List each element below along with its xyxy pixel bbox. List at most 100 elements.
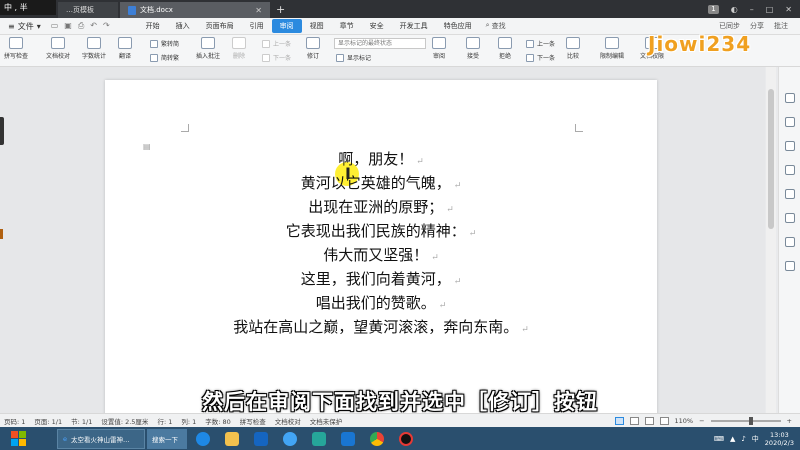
close-tab-icon[interactable]: ✕ xyxy=(255,6,262,15)
text-line: 它表现出我们民族的精神： ↵ xyxy=(105,219,657,243)
notification-badge[interactable]: 1 xyxy=(708,4,719,14)
tab-page-layout[interactable]: 页面布局 xyxy=(198,19,242,33)
taskbar-explorer[interactable] xyxy=(219,429,245,449)
spellcheck-button[interactable]: 拼写检查 xyxy=(4,37,28,60)
tab-view[interactable]: 视图 xyxy=(302,19,332,33)
undo-icon[interactable]: ↶ xyxy=(90,21,97,31)
taskbar-search[interactable]: 搜索一下 xyxy=(147,428,187,449)
compare-button[interactable]: 比较 xyxy=(566,37,580,60)
simp-to-trad-button[interactable]: 简转繁 xyxy=(150,53,179,62)
prev-change-button[interactable]: 上一条 xyxy=(526,39,555,48)
watermark-logo-text: Jiowi234 xyxy=(648,32,752,56)
doc-proof-button[interactable]: 文档校对 xyxy=(46,37,70,60)
document-page[interactable]: ▤ 啊，朋友！ ↵ 黄河以它英雄的气魄， ↵ 出现在亚洲的原野； ↵ 它表现出我们民族… xyxy=(105,80,657,413)
tab-template[interactable]: …页模板 xyxy=(58,2,118,18)
restrict-edit-label: 限制编辑 xyxy=(600,53,625,60)
zoom-slider-knob[interactable] xyxy=(748,416,753,425)
file-menu[interactable]: ≡ 文件 ▾ xyxy=(4,21,45,32)
tab-references[interactable]: 引用 xyxy=(242,19,272,33)
tab-insert[interactable]: 插入 xyxy=(168,19,198,33)
zoom-in-icon[interactable]: + xyxy=(787,417,792,425)
help-icon[interactable] xyxy=(785,261,795,271)
zoom-slider[interactable] xyxy=(710,416,781,425)
simp-to-trad-label: 简转繁 xyxy=(161,55,180,62)
prev-comment-button[interactable]: 上一条 xyxy=(262,39,291,48)
properties-icon[interactable] xyxy=(785,189,795,199)
status-spellcheck[interactable]: 拼写检查 xyxy=(240,416,266,426)
left-panel-handle[interactable] xyxy=(0,117,4,145)
tab-developer[interactable]: 开发工具 xyxy=(392,19,436,33)
tab-special[interactable]: 特色应用 xyxy=(436,19,480,33)
reject-button[interactable]: 拒绝 xyxy=(498,37,512,60)
status-word-count[interactable]: 字数: 80 xyxy=(205,416,231,426)
page-view-icon[interactable] xyxy=(614,416,624,425)
select-icon[interactable] xyxy=(785,93,795,103)
ime-toolbar[interactable]: 中 , 半 xyxy=(0,0,56,15)
show-markup-button[interactable]: 显示标记 xyxy=(336,53,371,62)
tab-review[interactable]: 审阅 xyxy=(271,19,302,33)
share-icon[interactable] xyxy=(785,237,795,247)
taskbar-cloud[interactable] xyxy=(277,429,303,449)
text-line: 这里，我们向着黄河， ↵ xyxy=(105,267,657,291)
keyboard-icon[interactable]: ⌨ xyxy=(714,435,724,443)
sync-button[interactable]: 已同步 xyxy=(719,21,740,31)
shape-icon[interactable] xyxy=(785,165,795,175)
track-changes-label: 修订 xyxy=(306,53,319,60)
review-pane-button[interactable]: 审阅 xyxy=(432,37,446,60)
taskbar-manager[interactable] xyxy=(306,429,332,449)
manager-icon xyxy=(312,431,326,446)
track-changes-button[interactable]: 修订 xyxy=(306,37,320,60)
word-count-button[interactable]: 字数统计 xyxy=(82,37,106,60)
next-comment-button[interactable]: 下一条 xyxy=(262,53,291,62)
redo-icon[interactable]: ↷ xyxy=(103,21,110,31)
vertical-scrollbar[interactable] xyxy=(766,67,776,413)
reading-view-icon[interactable] xyxy=(659,416,669,425)
volume-icon[interactable]: ♪ xyxy=(741,435,745,443)
system-clock[interactable]: 13:03 2020/2/3 xyxy=(765,431,794,447)
print-icon[interactable]: ⎙ xyxy=(78,21,84,31)
pen-icon[interactable] xyxy=(785,141,795,151)
accept-button[interactable]: 接受 xyxy=(466,37,480,60)
status-proof[interactable]: 文档校对 xyxy=(275,416,301,426)
share-button[interactable]: 分享 xyxy=(750,21,764,31)
document-text[interactable]: 啊，朋友！ ↵ 黄河以它英雄的气魄， ↵ 出现在亚洲的原野； ↵ 它表现出我们民族的精… xyxy=(105,147,657,339)
taskbar-wps[interactable] xyxy=(335,429,361,449)
delete-comment-button[interactable]: 删除 xyxy=(232,37,246,60)
status-protection[interactable]: 文档未保护 xyxy=(310,416,343,426)
tray-ime[interactable]: 中 xyxy=(752,434,759,444)
insert-comment-button[interactable]: 插入批注 xyxy=(196,37,220,60)
tab-home[interactable]: 开始 xyxy=(138,19,168,33)
maximize-icon[interactable]: □ xyxy=(766,5,774,14)
taskbar-store[interactable] xyxy=(248,429,274,449)
next-change-button[interactable]: 下一条 xyxy=(526,53,555,62)
scrollbar-thumb[interactable] xyxy=(768,89,774,229)
file-menu-label: 文件 xyxy=(17,21,34,31)
comment-button[interactable]: 批注 xyxy=(774,21,788,31)
taskbar-recorder[interactable] xyxy=(393,429,419,449)
web-view-icon[interactable] xyxy=(629,416,639,425)
backup-icon[interactable] xyxy=(785,213,795,223)
outline-view-icon[interactable] xyxy=(644,416,654,425)
close-window-icon[interactable]: ✕ xyxy=(785,5,792,14)
network-icon[interactable]: ▲ xyxy=(730,435,735,443)
translate-button[interactable]: 翻译 xyxy=(118,37,132,60)
folder-icon[interactable]: ▭ xyxy=(51,21,59,31)
trad-to-simp-button[interactable]: 繁转简 xyxy=(150,39,179,48)
skin-icon[interactable]: ◐ xyxy=(731,5,738,14)
taskbar-ie[interactable] xyxy=(190,429,216,449)
tab-document[interactable]: 文档.docx ✕ xyxy=(120,2,270,18)
save-icon[interactable]: ▣ xyxy=(64,21,72,31)
restrict-edit-button[interactable]: 限制编辑 xyxy=(600,37,624,60)
zoom-out-icon[interactable]: − xyxy=(699,417,704,425)
taskbar-chrome[interactable] xyxy=(364,429,390,449)
style-icon[interactable] xyxy=(785,117,795,127)
minimize-icon[interactable]: – xyxy=(750,5,754,14)
tab-security[interactable]: 安全 xyxy=(362,19,392,33)
tab-chapter[interactable]: 章节 xyxy=(332,19,362,33)
new-tab-button[interactable]: + xyxy=(276,3,285,16)
search-box[interactable]: ⌕ 查找 xyxy=(486,21,506,31)
start-button[interactable] xyxy=(3,428,33,449)
taskbar-browser-window[interactable]: e 太空看火神山雷神… xyxy=(57,428,145,449)
markup-mode-select[interactable]: 显示标记的最终状态 xyxy=(334,38,426,49)
zoom-level[interactable]: 110% xyxy=(675,417,694,425)
